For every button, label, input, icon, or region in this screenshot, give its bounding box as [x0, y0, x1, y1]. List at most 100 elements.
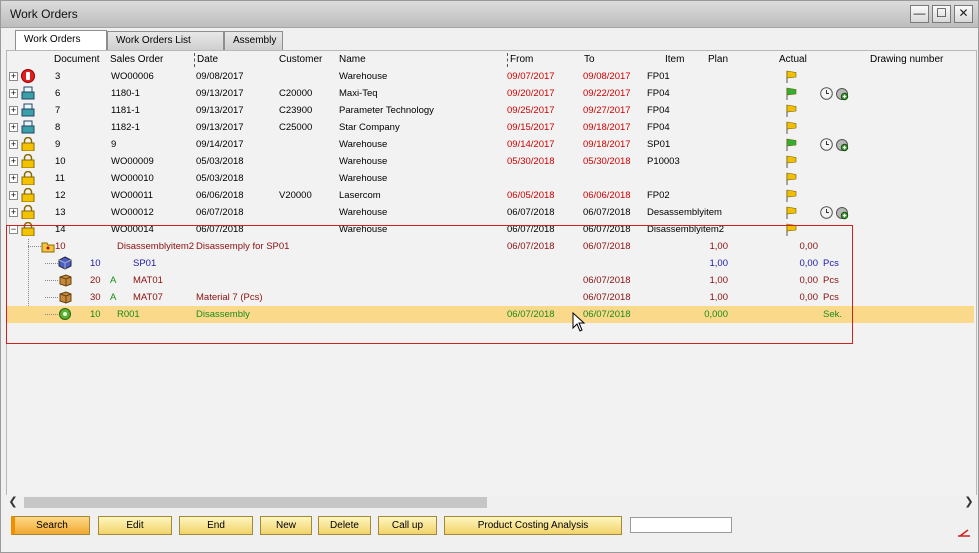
- cell-item: FP02: [647, 190, 670, 201]
- cell-sales-order: 1181-1: [111, 105, 140, 116]
- cell-customer: C25000: [279, 122, 313, 133]
- clock-icon[interactable]: [820, 206, 833, 219]
- cell-to: 06/07/2018: [583, 207, 631, 218]
- green-flag-icon[interactable]: [785, 138, 797, 151]
- cell-to: 09/27/2017: [583, 105, 631, 116]
- cell-item: P10003: [647, 156, 680, 167]
- col-header-sales-order[interactable]: Sales Order: [110, 54, 163, 65]
- green-flag-icon[interactable]: [785, 87, 797, 100]
- col-header-from[interactable]: From: [510, 54, 533, 65]
- expand-icon[interactable]: +: [9, 123, 18, 132]
- cell-customer: C23900: [279, 105, 313, 116]
- cell-item: FP04: [647, 105, 670, 116]
- lock-icon: [21, 204, 35, 220]
- expand-icon[interactable]: +: [9, 89, 18, 98]
- table-row[interactable]: +7 1181-1 09/13/2017 C23900 Parameter Techno…: [6, 102, 974, 119]
- table-row[interactable]: +3 WO00006 09/08/2017 Warehouse 09/07/2017 09…: [6, 68, 974, 85]
- expand-icon[interactable]: +: [9, 72, 18, 81]
- cell-sales-order: 9: [111, 139, 117, 150]
- scroll-right-icon[interactable]: ❯: [962, 495, 976, 509]
- col-header-to[interactable]: To: [584, 54, 595, 65]
- tab-assembly[interactable]: Assembly: [224, 31, 283, 50]
- scroll-left-icon[interactable]: ❮: [6, 495, 20, 509]
- cell-date: 05/03/2018: [196, 156, 244, 167]
- table-row[interactable]: +13 WO00012 06/07/2018 Warehouse 06/07/2018 0…: [6, 204, 974, 221]
- title-bar: Work Orders — ☐ ✕: [1, 1, 978, 28]
- expand-icon[interactable]: +: [9, 174, 18, 183]
- column-separator[interactable]: [507, 53, 508, 67]
- col-header-item[interactable]: Item: [665, 54, 684, 65]
- table-row[interactable]: +8 1182-1 09/13/2017 C25000 Star Company 09/1…: [6, 119, 974, 136]
- edit-button[interactable]: Edit: [98, 516, 172, 535]
- end-button[interactable]: End: [179, 516, 253, 535]
- yellow-flag-icon[interactable]: [785, 206, 797, 219]
- cell-sales-order: WO00012: [111, 207, 154, 218]
- cell-name: Parameter Technology: [339, 105, 434, 116]
- cell-item: FP04: [647, 88, 670, 99]
- cell-name: Warehouse: [339, 156, 388, 167]
- column-separator[interactable]: [194, 53, 195, 67]
- yellow-flag-icon[interactable]: [785, 121, 797, 134]
- cell-sales-order: WO00010: [111, 173, 154, 184]
- cell-date: 09/13/2017: [196, 105, 244, 116]
- quick-search-input[interactable]: [630, 517, 732, 533]
- yellow-flag-icon[interactable]: [785, 155, 797, 168]
- cell-document: 9: [55, 139, 61, 150]
- printer-icon: [21, 120, 35, 134]
- product-costing-analysis-button[interactable]: Product Costing Analysis: [444, 516, 622, 535]
- col-header-name[interactable]: Name: [339, 54, 366, 65]
- cell-date: 09/08/2017: [196, 71, 244, 82]
- add-resource-icon[interactable]: [835, 138, 849, 152]
- add-resource-icon[interactable]: [835, 87, 849, 101]
- expand-icon[interactable]: +: [9, 106, 18, 115]
- expand-icon[interactable]: +: [9, 191, 18, 200]
- expand-icon[interactable]: +: [9, 208, 18, 217]
- scroll-thumb[interactable]: [24, 497, 487, 508]
- cell-name: Warehouse: [339, 207, 388, 218]
- tab-work-orders[interactable]: Work Orders: [15, 30, 107, 50]
- search-button[interactable]: Search: [11, 516, 90, 535]
- cell-from: 09/20/2017: [507, 88, 555, 99]
- col-header-drawing-number[interactable]: Drawing number: [870, 54, 943, 65]
- lock-icon: [21, 187, 35, 203]
- delete-button[interactable]: Delete: [318, 516, 371, 535]
- tab-work-orders-list[interactable]: Work Orders List: [107, 31, 224, 50]
- close-button[interactable]: ✕: [954, 5, 973, 23]
- cell-name: Star Company: [339, 122, 400, 133]
- cell-name: Maxi-Teq: [339, 88, 378, 99]
- add-resource-icon[interactable]: [835, 206, 849, 220]
- yellow-flag-icon[interactable]: [785, 104, 797, 117]
- expand-icon[interactable]: +: [9, 140, 18, 149]
- horizontal-scrollbar[interactable]: ❮ ❯: [6, 495, 977, 509]
- cell-document: 10: [55, 156, 66, 167]
- col-header-date[interactable]: Date: [197, 54, 218, 65]
- resize-grip-icon[interactable]: [956, 528, 972, 538]
- new-button[interactable]: New: [260, 516, 312, 535]
- call-up-button[interactable]: Call up: [378, 516, 437, 535]
- yellow-flag-icon[interactable]: [785, 189, 797, 202]
- table-row[interactable]: +11 WO00010 05/03/2018 Warehouse: [6, 170, 974, 187]
- maximize-button[interactable]: ☐: [932, 5, 951, 23]
- table-row[interactable]: +6 1180-1 09/13/2017 C20000 Maxi-Teq 09/20/20…: [6, 85, 974, 102]
- table-row[interactable]: +10 WO00009 05/03/2018 Warehouse 05/30/2018 0…: [6, 153, 974, 170]
- table-row[interactable]: +9 9 09/14/2017 Warehouse 09/14/2017 09/18/20…: [6, 136, 974, 153]
- col-header-document[interactable]: Document: [54, 54, 100, 65]
- printer-icon: [21, 86, 35, 100]
- table-row[interactable]: +12 WO00011 06/06/2018 V20000 Lasercom 06/05/…: [6, 187, 974, 204]
- mouse-cursor-icon: [572, 312, 586, 332]
- cell-date: 06/07/2018: [196, 207, 244, 218]
- clock-icon[interactable]: [820, 87, 833, 100]
- window-title: Work Orders: [10, 7, 78, 21]
- cell-name: Warehouse: [339, 173, 388, 184]
- col-header-customer[interactable]: Customer: [279, 54, 322, 65]
- highlight-box: [6, 225, 853, 344]
- yellow-flag-icon[interactable]: [785, 70, 797, 83]
- minimize-button[interactable]: —: [910, 5, 929, 23]
- col-header-actual[interactable]: Actual: [779, 54, 807, 65]
- cell-date: 06/06/2018: [196, 190, 244, 201]
- yellow-flag-icon[interactable]: [785, 172, 797, 185]
- expand-icon[interactable]: +: [9, 157, 18, 166]
- cell-from: 09/15/2017: [507, 122, 555, 133]
- col-header-plan[interactable]: Plan: [708, 54, 728, 65]
- clock-icon[interactable]: [820, 138, 833, 151]
